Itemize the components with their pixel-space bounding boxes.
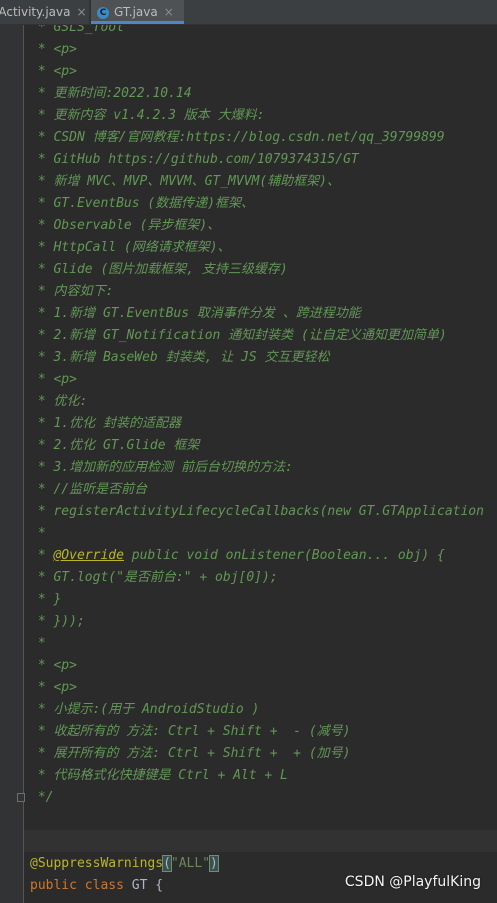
method-signature: public void onListener(Boolean... obj) { [123, 548, 445, 563]
string-literal: "ALL" [170, 856, 211, 871]
code-line: * <p> [30, 64, 77, 79]
code-line: * 收起所有的 方法: Ctrl + Shift + - (减号) [30, 724, 351, 739]
code-line: * 展开所有的 方法: Ctrl + Shift + + (加号) [30, 746, 351, 761]
code-line: * //监听是否前台 [30, 482, 148, 497]
editor-tab-bar: aActivity.java × C GT.java × [0, 0, 497, 25]
code-line: * GSLS_Tool [30, 25, 124, 35]
code-line: * HttpCall (网络请求框架)、 [30, 240, 231, 255]
tab-label: aActivity.java [0, 5, 71, 19]
fold-marker-icon[interactable] [17, 793, 25, 802]
code-line: * <p> [30, 372, 77, 387]
code-line: * 2.优化 GT.Glide 框架 [30, 438, 200, 453]
code-line: * 2.新增 GT_Notification 通知封装类 (让自定义通知更加简单… [30, 328, 447, 343]
code-line: * <p> [30, 680, 77, 695]
watermark: CSDN @PlayfulKing [344, 874, 481, 890]
close-tab-icon[interactable]: × [164, 5, 174, 19]
suppress-warnings-line: @SuppressWarnings("ALL") [30, 853, 219, 875]
code-line: * 小提示:(用于 AndroidStudio ) [30, 702, 260, 717]
keyword: public class [30, 878, 124, 893]
comment-prefix: * [30, 548, 54, 563]
code-line: */ [30, 790, 54, 805]
code-editor[interactable]: * GSLS_Tool * <p> * <p> * 更新时间:2022.10.1… [30, 25, 497, 903]
code-line: * <p> [30, 42, 77, 57]
code-line: * 优化: [30, 394, 88, 409]
code-line: * 更新内容 v1.4.2.3 版本 大爆料: [30, 108, 265, 123]
code-line: * } [30, 592, 62, 607]
code-line: * GT.logt("是否前台:" + obj[0]); [30, 570, 278, 585]
code-line: * GitHub https://github.com/1079374315/G… [30, 152, 359, 167]
code-line: * [30, 526, 46, 541]
code-line: * registerActivityLifecycleCallbacks(new… [30, 504, 484, 519]
editor-gutter[interactable] [0, 25, 24, 903]
tab-activity-java[interactable]: aActivity.java × [0, 0, 89, 24]
code-line: * 新增 MVC、MVP、MVVM、GT_MVVM(辅助框架)、 [30, 174, 341, 189]
close-paren: ) [209, 855, 219, 872]
tab-label: GT.java [114, 5, 158, 19]
code-line: * Observable (异步框架)、 [30, 218, 221, 233]
code-line: * 代码格式化快捷键是 Ctrl + Alt + L [30, 768, 288, 783]
code-line: * 3.新增 BaseWeb 封装类, 让 JS 交互更轻松 [30, 350, 330, 365]
code-line: * 1.新增 GT.EventBus 取消事件分发 、跨进程功能 [30, 306, 361, 321]
code-line: * @Override public void onListener(Boole… [30, 545, 445, 567]
override-annotation: @Override [53, 548, 124, 563]
code-line: * 1.优化 封装的适配器 [30, 416, 181, 431]
code-line: * 更新时间:2022.10.14 [30, 86, 192, 101]
code-line: * })); [30, 614, 85, 629]
annotation-name: @SuppressWarnings [30, 856, 164, 871]
close-tab-icon[interactable]: × [76, 5, 86, 19]
code-line: * CSDN 博客/官网教程:https://blog.csdn.net/qq_… [30, 130, 445, 145]
code-line: * Glide (图片加载框架, 支持三级缓存) [30, 262, 288, 277]
code-line: * 内容如下: [30, 284, 114, 299]
code-line: * <p> [30, 658, 77, 673]
code-line: * [30, 636, 46, 651]
tab-gt-java[interactable]: C GT.java × [91, 0, 184, 24]
class-declaration-line: public class GT { [30, 875, 163, 897]
java-class-icon: C [97, 6, 109, 19]
code-line: * GT.EventBus (数据传递)框架、 [30, 196, 255, 211]
open-paren: ( [162, 855, 172, 872]
class-name: GT { [123, 878, 164, 893]
code-line: * 3.增加新的应用检测 前后台切换的方法: [30, 460, 293, 475]
